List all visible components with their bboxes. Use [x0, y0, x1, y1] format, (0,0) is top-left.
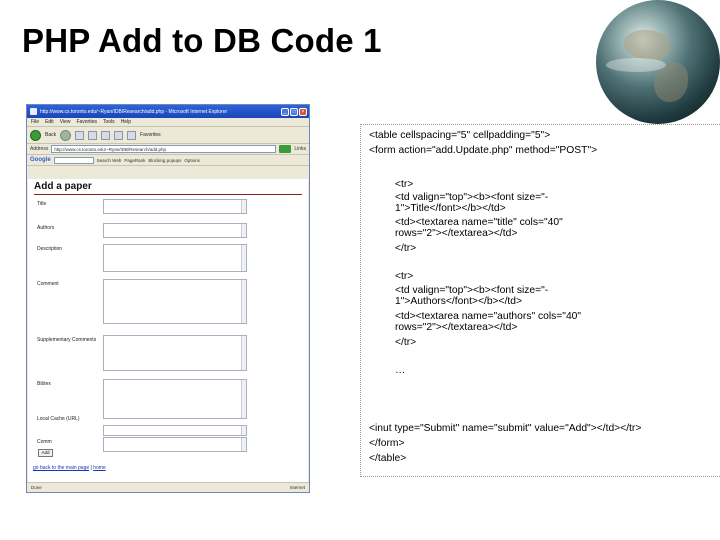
google-popup-blocker[interactable]: Blocking popups	[148, 158, 181, 163]
code-line: <td><textarea name="title" cols="40"	[395, 217, 563, 228]
code-listing: <table cellspacing="5" cellpadding="5"> …	[360, 124, 720, 477]
code-line: …	[395, 365, 406, 376]
google-pagerank[interactable]: PageRank	[124, 158, 145, 163]
refresh-icon[interactable]	[88, 130, 98, 140]
google-logo: Google	[30, 157, 51, 163]
code-line: 1">Authors</font></b></td>	[395, 296, 523, 307]
browser-screenshot: http://www.cs.toronto.edu/~Ryan/IDB/Rese…	[26, 104, 310, 493]
back-links: go back to the main page | home	[33, 465, 106, 471]
code-line: </tr>	[395, 243, 417, 254]
title-label: Title	[37, 201, 47, 207]
menu-file[interactable]: File	[31, 119, 39, 125]
supplementary-textarea[interactable]	[103, 335, 247, 371]
google-search-input[interactable]	[53, 156, 94, 164]
description-textarea[interactable]	[103, 244, 247, 272]
local-cache-textarea[interactable]	[103, 425, 247, 436]
favorites-label[interactable]: Favorites	[140, 132, 161, 138]
links-label[interactable]: Links	[294, 146, 306, 152]
search-icon[interactable]	[114, 130, 124, 140]
ie-icon	[30, 108, 37, 115]
address-label: Address	[30, 146, 49, 152]
authors-textarea[interactable]	[103, 223, 247, 238]
google-toolbar: Google Search Web PageRank Blocking popu…	[27, 155, 309, 166]
comment-label: Comment	[37, 281, 59, 287]
code-line: </tr>	[395, 337, 417, 348]
slide-title: PHP Add to DB Code 1	[22, 22, 382, 59]
favorites-icon[interactable]	[127, 130, 137, 140]
description-label: Description	[37, 246, 63, 252]
web-page: Add a paper Title Authors Description Co…	[28, 179, 308, 483]
status-bar: Done Internet	[27, 482, 309, 492]
menu-tools[interactable]: Tools	[103, 119, 115, 125]
close-button[interactable]: ×	[299, 107, 307, 116]
code-line: <form action="add.Update.php" method="PO…	[369, 145, 598, 156]
local-cache-label: Local Cache (URL)	[37, 416, 80, 422]
supplementary-label: Supplementary Comments	[37, 337, 97, 343]
menu-favorites[interactable]: Favorites	[76, 119, 97, 125]
minimize-button[interactable]: _	[281, 107, 289, 116]
code-line: </form>	[369, 438, 405, 449]
menu-bar: File Edit View Favorites Tools Help	[27, 118, 309, 127]
forward-icon[interactable]	[60, 129, 72, 141]
back-icon[interactable]	[30, 129, 41, 141]
go-button[interactable]	[279, 145, 292, 153]
home-icon[interactable]	[101, 130, 111, 140]
bibtex-textarea[interactable]	[103, 379, 247, 419]
status-text: Done	[31, 485, 42, 490]
address-bar: Address http://www.cs.toronto.edu/~Ryan/…	[27, 144, 309, 155]
google-options[interactable]: Options	[184, 158, 200, 163]
code-line: <tr>	[395, 271, 414, 282]
browser-titlebar: http://www.cs.toronto.edu/~Ryan/IDB/Rese…	[27, 105, 309, 118]
address-input[interactable]: http://www.cs.toronto.edu/~Ryan/IDB/Rese…	[51, 145, 277, 153]
home-link[interactable]: home	[93, 465, 106, 471]
stop-icon[interactable]	[75, 130, 85, 140]
code-line: rows="2"></textarea></td>	[395, 322, 518, 333]
authors-label: Authors	[37, 225, 55, 231]
maximize-button[interactable]: □	[290, 107, 298, 116]
browser-toolbar: Back Favorites	[27, 127, 309, 144]
code-line: <table cellspacing="5" cellpadding="5">	[369, 130, 551, 141]
bibtex-label: Bibtex	[37, 381, 51, 387]
code-line: <td valign="top"><b><font size="-	[395, 285, 549, 296]
zone-text: Internet	[289, 485, 305, 490]
menu-help[interactable]: Help	[121, 119, 131, 125]
title-textarea[interactable]	[103, 199, 247, 214]
heading-divider	[34, 194, 302, 195]
menu-view[interactable]: View	[60, 119, 71, 125]
code-line: <inut type="Submit" name="submit" value=…	[369, 423, 642, 434]
comm-label: Comm	[37, 439, 52, 445]
add-button[interactable]: Add	[38, 449, 53, 457]
window-title: http://www.cs.toronto.edu/~Ryan/IDB/Rese…	[40, 108, 228, 115]
back-label[interactable]: Back	[45, 132, 56, 138]
code-line: <td valign="top"><b><font size="-	[395, 192, 549, 203]
code-line: <td><textarea name="authors" cols="40"	[395, 311, 582, 322]
globe-image	[596, 0, 720, 124]
comment-textarea[interactable]	[103, 279, 247, 324]
code-line: 1">Title</font></b></td>	[395, 203, 506, 214]
google-search-web[interactable]: Search Web	[97, 158, 122, 163]
main-page-link[interactable]: go back to the main page	[33, 465, 89, 471]
page-heading: Add a paper	[34, 181, 92, 192]
menu-edit[interactable]: Edit	[45, 119, 54, 125]
code-line: <tr>	[395, 179, 414, 190]
code-line: </table>	[369, 453, 407, 464]
code-line: rows="2"></textarea></td>	[395, 228, 518, 239]
comm-textarea[interactable]	[103, 437, 247, 452]
